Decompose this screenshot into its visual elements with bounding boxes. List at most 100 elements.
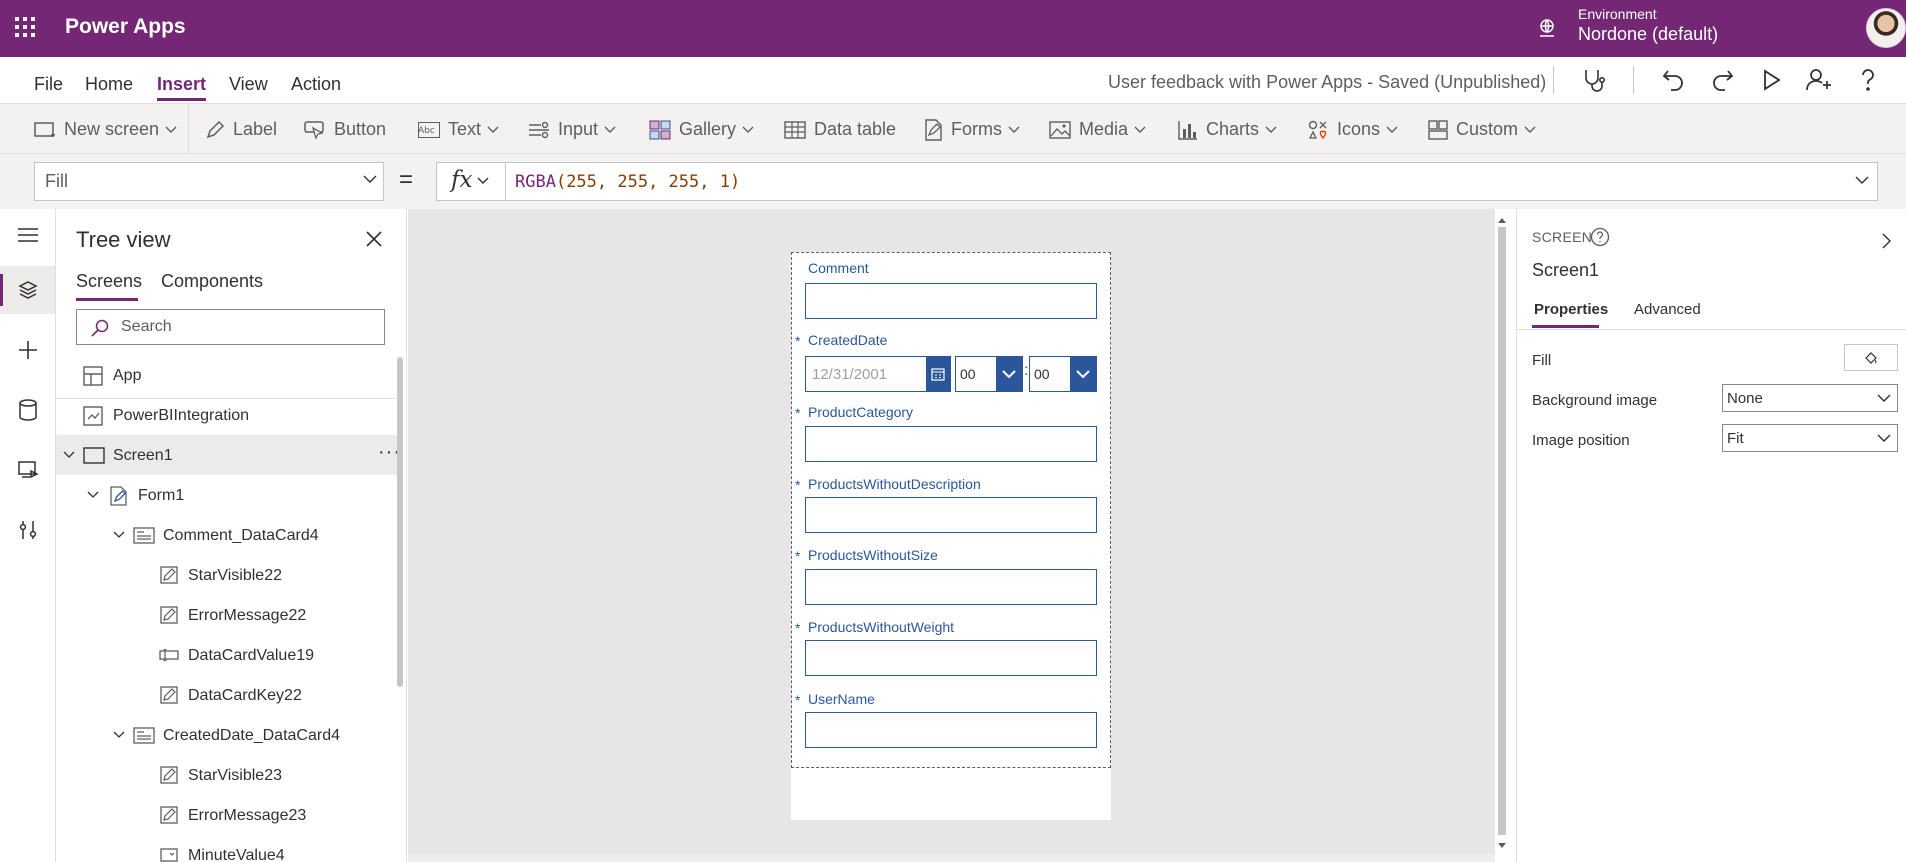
- charts-menu-button[interactable]: Charts: [1178, 104, 1277, 155]
- tree-item-createddate-datacard4[interactable]: CreatedDate_DataCard4: [56, 715, 400, 755]
- background-image-dropdown[interactable]: None: [1722, 384, 1898, 412]
- tab-advanced[interactable]: Advanced: [1634, 301, 1701, 318]
- fx-icon[interactable]: fx: [451, 167, 472, 193]
- property-select-value: Fill: [45, 171, 68, 191]
- app-title[interactable]: Power Apps: [65, 15, 186, 39]
- productswithoutsize-input[interactable]: [805, 569, 1097, 605]
- preview-play-icon[interactable]: [1757, 66, 1785, 94]
- button-button[interactable]: Button: [304, 104, 386, 155]
- chevron-down-icon[interactable]: [477, 177, 489, 185]
- media-menu-button[interactable]: Media: [1049, 104, 1146, 155]
- label-button[interactable]: Label: [205, 104, 277, 155]
- tree-search-box[interactable]: [76, 309, 385, 345]
- tree-item-starvisible22[interactable]: StarVisible22: [56, 555, 400, 595]
- tree-item-powerbiintegration[interactable]: PowerBIIntegration: [56, 395, 400, 435]
- chevron-right-icon[interactable]: [1882, 233, 1892, 249]
- user-avatar[interactable]: [1866, 8, 1906, 48]
- createddate-field-label: CreatedDate: [808, 332, 888, 348]
- search-icon: [91, 319, 109, 337]
- media-library-icon[interactable]: [0, 446, 55, 494]
- chevron-down-icon[interactable]: [113, 531, 125, 539]
- minute-dropdown[interactable]: 00: [1029, 356, 1097, 392]
- comment-input[interactable]: [805, 283, 1097, 319]
- calendar-icon[interactable]: [926, 357, 950, 391]
- tree-item-minutevalue4[interactable]: MinuteValue4: [56, 835, 400, 862]
- fill-color-picker[interactable]: [1844, 344, 1898, 371]
- data-table-button[interactable]: Data table: [784, 104, 896, 155]
- hamburger-menu-icon[interactable]: [0, 211, 55, 259]
- canvas-vertical-scrollbar[interactable]: [1494, 215, 1510, 851]
- help-circle-icon[interactable]: [1590, 227, 1610, 247]
- formula-divider: [505, 163, 506, 200]
- chevron-down-icon[interactable]: [113, 731, 125, 739]
- tree-item-datacardvalue19[interactable]: DataCardValue19: [56, 635, 400, 675]
- chevron-down-icon[interactable]: [996, 357, 1022, 391]
- app-launcher-icon[interactable]: [14, 16, 36, 38]
- tree-item-screen1[interactable]: Screen1 ···: [56, 435, 400, 475]
- new-screen-button[interactable]: New screen: [34, 104, 177, 155]
- advanced-tools-icon[interactable]: [0, 506, 55, 554]
- hour-dropdown[interactable]: 00: [955, 356, 1023, 392]
- help-icon[interactable]: [1854, 66, 1882, 94]
- search-input[interactable]: [121, 316, 371, 338]
- chevron-down-icon[interactable]: [1070, 357, 1096, 391]
- forms-menu-button[interactable]: Forms: [923, 104, 1020, 155]
- input-menu-button[interactable]: Input: [528, 104, 616, 155]
- tab-components[interactable]: Components: [161, 271, 263, 292]
- image-position-dropdown[interactable]: Fit: [1722, 424, 1898, 452]
- charts-label: Charts: [1206, 119, 1260, 139]
- tree-scrollbar[interactable]: [397, 357, 403, 687]
- required-star: *: [795, 477, 801, 493]
- tab-screens[interactable]: Screens: [76, 271, 142, 292]
- label-edit-icon: [160, 686, 178, 704]
- expand-formula-icon[interactable]: [1855, 176, 1869, 185]
- chevron-down-icon[interactable]: [63, 451, 75, 459]
- environment-icon[interactable]: [1536, 17, 1558, 39]
- productcategory-input[interactable]: [805, 426, 1097, 462]
- selected-control-name[interactable]: Screen1: [1532, 260, 1599, 281]
- tab-properties[interactable]: Properties: [1534, 301, 1608, 318]
- menu-action[interactable]: Action: [291, 74, 341, 95]
- undo-icon[interactable]: [1660, 66, 1688, 94]
- icons-menu-button[interactable]: Icons: [1307, 104, 1398, 155]
- tree-item-errormessage22[interactable]: ErrorMessage22: [56, 595, 400, 635]
- custom-menu-button[interactable]: Custom: [1428, 104, 1536, 155]
- text-menu-button[interactable]: Abc Text: [418, 104, 499, 155]
- forms-icon: [925, 118, 942, 141]
- tree-item-starvisible23[interactable]: StarVisible23: [56, 755, 400, 795]
- gallery-menu-button[interactable]: Gallery: [649, 104, 754, 155]
- tree-item-comment-datacard4[interactable]: Comment_DataCard4: [56, 515, 400, 555]
- menu-home[interactable]: Home: [85, 74, 133, 95]
- tree-view-layers-icon[interactable]: [0, 266, 55, 314]
- tree-item-label: ErrorMessage22: [188, 607, 307, 624]
- insert-plus-icon[interactable]: [0, 326, 55, 374]
- productswithoutdescription-input[interactable]: [805, 497, 1097, 533]
- data-cylinder-icon[interactable]: [0, 386, 55, 434]
- chevron-down-icon[interactable]: [87, 491, 99, 499]
- share-user-icon[interactable]: [1805, 66, 1833, 94]
- tree-item-errormessage23[interactable]: ErrorMessage23: [56, 795, 400, 835]
- productswithoutweight-input[interactable]: [805, 640, 1097, 676]
- menu-view[interactable]: View: [229, 74, 268, 95]
- menu-insert[interactable]: Insert: [157, 74, 206, 95]
- menu-file[interactable]: File: [34, 74, 63, 95]
- fill-property-label: Fill: [1532, 352, 1552, 369]
- app-checker-icon[interactable]: [1580, 66, 1608, 94]
- environment-value[interactable]: Nordone (default): [1578, 24, 1718, 45]
- tree-item-label: StarVisible22: [188, 567, 282, 584]
- chevron-down-icon: [363, 175, 377, 183]
- tree-item-datacardkey22[interactable]: DataCardKey22: [56, 675, 400, 715]
- formula-bar: Fill = fx RGBA(255, 255, 255, 1): [0, 154, 1906, 209]
- property-select[interactable]: Fill: [34, 162, 384, 201]
- formula-text[interactable]: RGBA(255, 255, 255, 1): [515, 172, 740, 192]
- tree-item-app[interactable]: App: [56, 355, 400, 395]
- redo-icon[interactable]: [1708, 66, 1736, 94]
- formula-input[interactable]: fx RGBA(255, 255, 255, 1): [436, 162, 1878, 201]
- close-icon[interactable]: [366, 231, 382, 247]
- canvas-horizontal-scrollbar[interactable]: [408, 854, 1495, 862]
- data-table-label: Data table: [814, 119, 897, 139]
- createddate-date-picker[interactable]: 12/31/2001: [805, 356, 951, 392]
- button-label: Button: [334, 119, 387, 139]
- username-input[interactable]: [805, 712, 1097, 748]
- tree-item-form1[interactable]: Form1: [56, 475, 400, 515]
